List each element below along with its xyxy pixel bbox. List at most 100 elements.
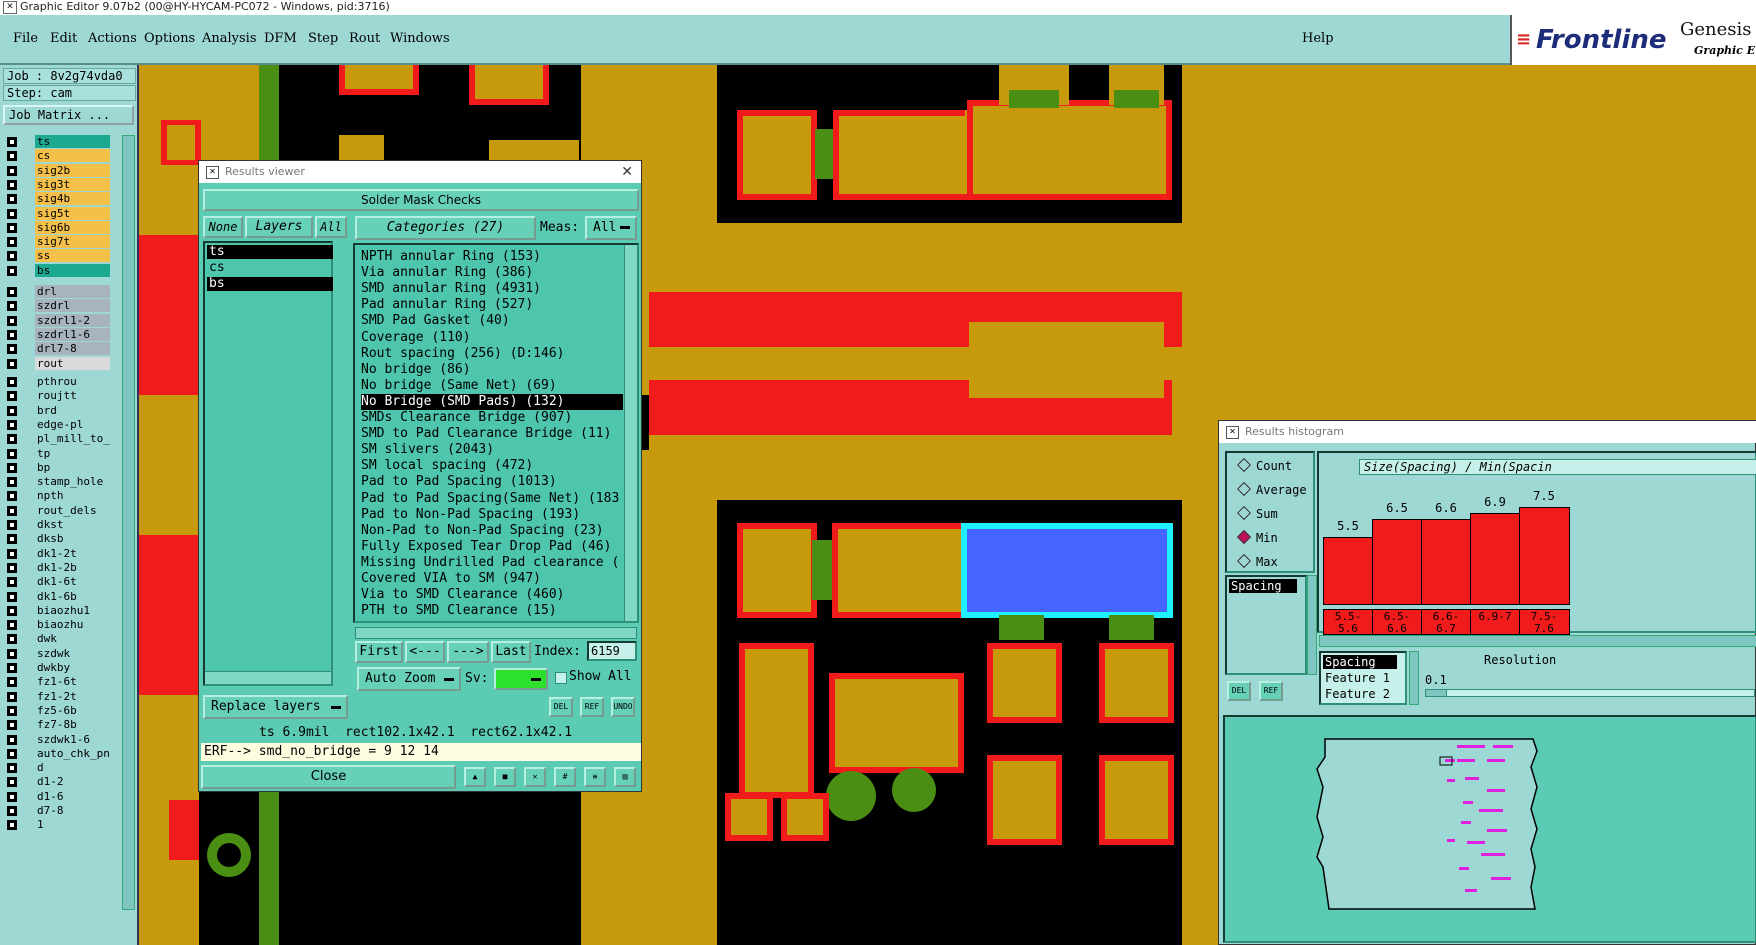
layer-row[interactable]: stamp_hole bbox=[5, 475, 110, 489]
layer-row[interactable]: sig6b bbox=[5, 220, 110, 235]
layer-row[interactable]: dk1-2b bbox=[5, 560, 110, 575]
layer-row[interactable]: brd bbox=[5, 403, 110, 418]
layer-checkbox-icon[interactable] bbox=[7, 208, 17, 219]
all-layers-button[interactable]: All bbox=[315, 216, 347, 238]
menu-actions[interactable]: Actions bbox=[88, 31, 137, 46]
layer-row[interactable]: biaozhu1 bbox=[5, 603, 110, 618]
layer-checkbox-icon[interactable] bbox=[7, 137, 17, 147]
del-icon[interactable]: DEL bbox=[1227, 681, 1251, 701]
category-item[interactable]: Covered VIA to SM (947) bbox=[361, 571, 541, 587]
histogram-icon[interactable]: ▥ bbox=[614, 767, 636, 787]
category-item[interactable]: SMDs Clearance Bridge (907) bbox=[361, 410, 572, 426]
layer-checkbox-icon[interactable] bbox=[7, 705, 17, 716]
category-item[interactable]: Pad to Pad Spacing(Same Net) (183 bbox=[361, 491, 619, 507]
layer-row[interactable]: pthrou bbox=[5, 375, 110, 389]
layer-checkbox-icon[interactable] bbox=[7, 734, 17, 745]
categories-vscroll[interactable] bbox=[624, 245, 637, 621]
measure-item-spacing[interactable]: Spacing bbox=[1229, 579, 1297, 593]
layer-checkbox-icon[interactable] bbox=[7, 605, 17, 616]
layer-row[interactable]: tp bbox=[5, 446, 110, 461]
layer-result-ts[interactable]: ts bbox=[207, 245, 333, 259]
layer-checkbox-icon[interactable] bbox=[7, 663, 17, 673]
layer-checkbox-icon[interactable] bbox=[7, 548, 17, 559]
layer-row[interactable]: szdwk1-6 bbox=[5, 732, 110, 747]
layer-row[interactable]: sig4b bbox=[5, 192, 110, 206]
category-item[interactable]: No bridge (Same Net) (69) bbox=[361, 378, 557, 394]
layer-checkbox-icon[interactable] bbox=[7, 634, 17, 645]
layer-checkbox-icon[interactable] bbox=[7, 358, 17, 369]
layer-checkbox-icon[interactable] bbox=[7, 648, 17, 659]
layer-row[interactable]: fz7-8b bbox=[5, 718, 110, 732]
layer-checkbox-icon[interactable] bbox=[7, 591, 17, 602]
layer-checkbox-icon[interactable] bbox=[7, 344, 17, 355]
measure-vscroll[interactable] bbox=[1307, 575, 1317, 675]
layer-results-list[interactable]: ts cs bs bbox=[203, 241, 333, 686]
categories-button[interactable]: Categories (27) bbox=[355, 216, 536, 240]
layer-checkbox-icon[interactable] bbox=[7, 677, 17, 688]
layer-row[interactable]: d7-8 bbox=[5, 804, 110, 818]
categories-list[interactable]: NPTH annular Ring (153) Via annular Ring … bbox=[353, 243, 639, 623]
category-item[interactable]: Pad to Non-Pad Spacing (193) bbox=[361, 507, 580, 523]
layer-row[interactable]: fz5-6b bbox=[5, 703, 110, 718]
histogram-bar[interactable] bbox=[1372, 519, 1423, 605]
field-vscroll[interactable] bbox=[1409, 651, 1419, 705]
category-item[interactable]: Via annular Ring (386) bbox=[361, 265, 533, 281]
report-icon[interactable]: ≡ bbox=[584, 767, 606, 787]
mode-min[interactable]: Min bbox=[1236, 529, 1278, 545]
layer-row[interactable]: drl7-8 bbox=[5, 342, 110, 356]
layer-row[interactable]: d1-6 bbox=[5, 789, 110, 804]
layer-row[interactable]: npth bbox=[5, 489, 110, 503]
layer-checkbox-icon[interactable] bbox=[7, 194, 17, 205]
category-item[interactable]: SM slivers (2043) bbox=[361, 442, 494, 458]
resolution-slider[interactable] bbox=[1425, 689, 1755, 697]
menu-file[interactable]: File bbox=[13, 31, 38, 46]
category-item[interactable]: No Bridge (SMD Pads) (132) bbox=[361, 393, 623, 410]
layer-checkbox-icon[interactable] bbox=[7, 329, 17, 340]
layer-checkbox-icon[interactable] bbox=[7, 577, 17, 588]
layers-hscroll[interactable] bbox=[205, 671, 331, 684]
histogram-bar[interactable] bbox=[1421, 519, 1472, 605]
layer-checkbox-icon[interactable] bbox=[7, 419, 17, 430]
layer-checkbox-icon[interactable] bbox=[7, 806, 17, 816]
layer-checkbox-icon[interactable] bbox=[7, 448, 17, 459]
layer-row[interactable]: bp bbox=[5, 460, 110, 475]
layer-row[interactable]: dwkby bbox=[5, 661, 110, 675]
replace-layers-dropdown[interactable]: Replace layers bbox=[203, 695, 348, 719]
layer-checkbox-icon[interactable] bbox=[7, 720, 17, 731]
layer-row[interactable]: dkst bbox=[5, 518, 110, 532]
last-button[interactable]: Last bbox=[491, 641, 531, 663]
record-icon[interactable]: ■ bbox=[494, 767, 516, 787]
check-set-title[interactable]: Solder Mask Checks bbox=[203, 189, 639, 211]
measure-list[interactable]: Spacing bbox=[1225, 575, 1307, 675]
histogram-bar[interactable] bbox=[1323, 537, 1374, 605]
menu-help[interactable]: Help bbox=[1302, 31, 1334, 46]
none-button[interactable]: None bbox=[203, 216, 243, 238]
layer-row[interactable]: roujtt bbox=[5, 389, 110, 403]
layer-row[interactable]: sig7t bbox=[5, 235, 110, 249]
layer-row[interactable]: auto_chk_pnl bbox=[5, 746, 110, 761]
layer-checkbox-icon[interactable] bbox=[7, 534, 17, 545]
layer-checkbox-icon[interactable] bbox=[7, 462, 17, 473]
menu-windows[interactable]: Windows bbox=[390, 31, 450, 46]
category-item[interactable]: SMD Pad Gasket (40) bbox=[361, 313, 510, 329]
layer-checkbox-icon[interactable] bbox=[7, 287, 17, 297]
layer-checkbox-icon[interactable] bbox=[7, 434, 17, 445]
cancel-icon[interactable]: ✕ bbox=[524, 767, 546, 787]
layer-checkbox-icon[interactable] bbox=[7, 691, 17, 702]
layer-checkbox-icon[interactable] bbox=[7, 151, 17, 162]
layer-row[interactable]: szdrl bbox=[5, 299, 110, 313]
layer-checkbox-icon[interactable] bbox=[7, 237, 17, 248]
board-overview[interactable] bbox=[1223, 715, 1756, 943]
auto-zoom-dropdown[interactable]: Auto Zoom bbox=[357, 667, 461, 691]
layer-row[interactable]: 1 bbox=[5, 818, 110, 832]
category-item[interactable]: Non-Pad to Non-Pad Spacing (23) bbox=[361, 523, 604, 539]
layer-row[interactable]: edge-pl bbox=[5, 417, 110, 432]
index-input[interactable]: 6159 bbox=[587, 641, 637, 661]
del-icon[interactable]: DEL bbox=[549, 697, 573, 717]
layer-row[interactable]: d1-2 bbox=[5, 775, 110, 789]
layer-row[interactable]: bs bbox=[5, 263, 110, 278]
histogram-bar[interactable] bbox=[1519, 507, 1570, 605]
next-button[interactable]: ---> bbox=[447, 641, 489, 663]
mode-max[interactable]: Max bbox=[1236, 553, 1278, 569]
category-item[interactable]: Coverage (110) bbox=[361, 330, 471, 346]
